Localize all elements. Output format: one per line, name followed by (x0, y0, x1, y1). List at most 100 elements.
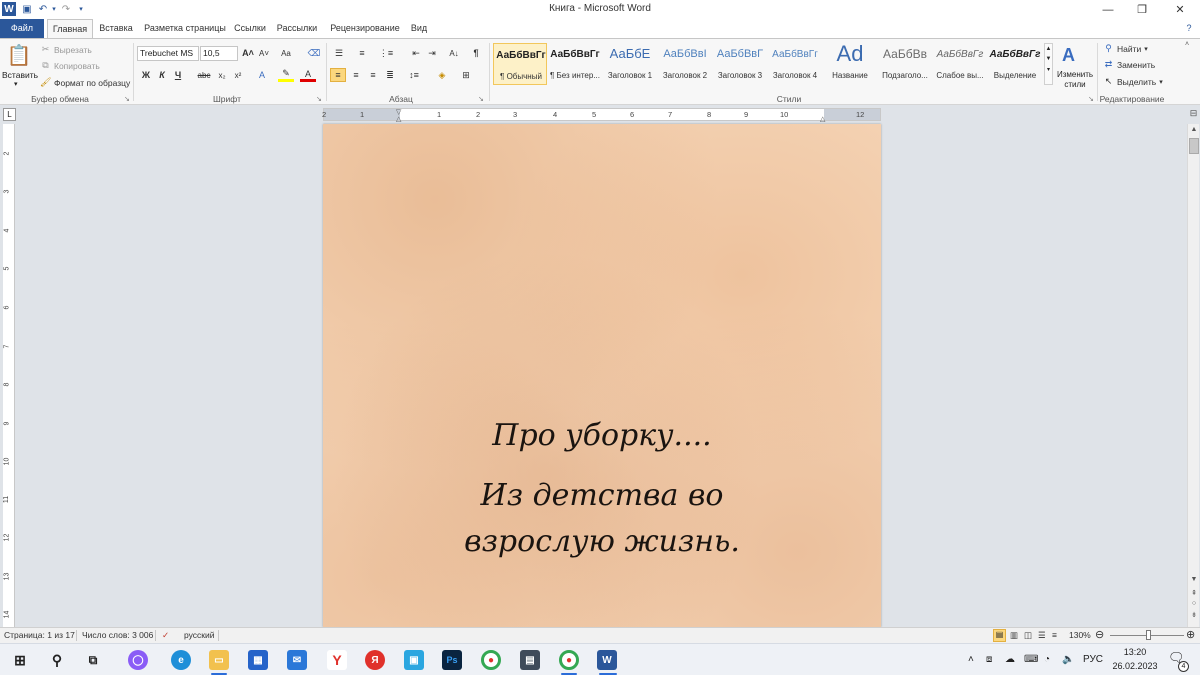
strikethrough-icon[interactable]: abc (196, 68, 212, 82)
increase-indent-icon[interactable]: ⇥ (424, 46, 440, 60)
more-styles-icon[interactable]: ▾ (1045, 66, 1052, 73)
tab-selector-icon[interactable]: L (3, 108, 16, 121)
word-taskbar-icon[interactable]: W (597, 650, 617, 670)
tab-insert[interactable]: Вставка (95, 19, 137, 38)
scroll-thumb[interactable] (1189, 138, 1199, 154)
decrease-indent-icon[interactable]: ⇤ (408, 46, 424, 60)
justify-icon[interactable]: ≣ (382, 68, 398, 82)
next-page-icon[interactable]: ⇟ (1188, 611, 1200, 619)
clear-formatting-icon[interactable]: ⌫ (306, 46, 322, 60)
shading-icon[interactable]: ◈ (434, 68, 450, 82)
sort-icon[interactable]: A↓ (446, 46, 462, 60)
screen-sketch-icon[interactable]: ▣ (404, 650, 424, 670)
word-count[interactable]: Число слов: 3 006 (82, 630, 153, 640)
line-spacing-icon[interactable]: ↕≡ (406, 68, 422, 82)
shrink-font-icon[interactable]: A˅ (256, 46, 272, 60)
tab-page-layout[interactable]: Разметка страницы (141, 19, 229, 38)
numbering-icon[interactable]: ≡ (354, 46, 370, 60)
change-styles-icon[interactable]: A (1062, 45, 1075, 66)
onedrive-icon[interactable]: ☁ (1005, 654, 1015, 665)
start-icon[interactable]: ⊞ (10, 650, 30, 670)
zoom-level[interactable]: 130% (1069, 630, 1091, 640)
zoom-out-icon[interactable]: ⊖ (1095, 628, 1104, 641)
paste-dropdown-icon[interactable]: ▾ (14, 80, 18, 88)
highlight-icon[interactable]: ✎ (278, 68, 294, 82)
cut-button[interactable]: ✂ Вырезать (40, 44, 92, 55)
gallery-scroll[interactable]: ▲ ▼ ▾ (1044, 43, 1053, 85)
browse-object-icon[interactable]: ○ (1188, 600, 1200, 607)
document-subtitle-line-1[interactable]: Из детства во (323, 478, 881, 513)
paste-icon[interactable]: 📋 (6, 43, 32, 69)
yandex-browser-icon[interactable]: Y (327, 650, 347, 670)
draft-view-icon[interactable]: ≡ (1052, 630, 1057, 640)
style-heading-4[interactable]: АаБбВвГг Заголовок 4 (768, 43, 822, 85)
photoshop-icon[interactable]: Ps (442, 650, 462, 670)
keyboard-icon[interactable]: ⌨ (1024, 654, 1038, 665)
chrome-icon[interactable]: ● (481, 650, 501, 670)
font-size-select[interactable]: 10,5 (200, 46, 238, 61)
font-family-select[interactable]: Trebuchet MS (137, 46, 199, 61)
volume-icon[interactable]: 🔈 (1062, 654, 1074, 665)
alice-assistant-icon[interactable]: ◯ (128, 650, 148, 670)
outline-view-icon[interactable]: ☰ (1038, 630, 1046, 641)
horizontal-ruler[interactable]: 2 1 1 2 3 4 5 6 7 8 9 10 12 ▽ △ △ (322, 108, 881, 123)
vertical-scrollbar[interactable]: ▲ ▼ ⇞ ○ ⇟ (1187, 124, 1199, 627)
style-title[interactable]: Ad Название (823, 43, 877, 85)
underline-icon[interactable]: Ч (170, 68, 186, 82)
style-subtle-emphasis[interactable]: АаБбВвГг Слабое вы... (933, 43, 987, 85)
multilevel-list-icon[interactable]: ⋮≡ (378, 46, 394, 60)
web-layout-view-icon[interactable]: ◫ (1024, 630, 1032, 641)
borders-icon[interactable]: ⊞ (458, 68, 474, 82)
view-ruler-icon[interactable]: ⊟ (1188, 108, 1199, 121)
tab-file[interactable]: Файл (0, 19, 44, 38)
scroll-down-icon[interactable]: ▼ (1188, 576, 1200, 583)
style-heading-2[interactable]: АаБбВвI Заголовок 2 (658, 43, 712, 85)
select-button[interactable]: ↖ Выделить ▾ (1103, 76, 1163, 87)
change-styles-button[interactable]: Изменить стили (1055, 70, 1095, 90)
text-effects-icon[interactable]: A (254, 68, 270, 82)
styles-launcher-icon[interactable]: ↘ (1088, 95, 1094, 103)
copy-button[interactable]: ⧉ Копировать (40, 60, 100, 71)
style-normal[interactable]: АаБбВвГг ¶ Обычный (493, 43, 547, 85)
spellcheck-icon[interactable]: ✓ (162, 630, 169, 641)
language-indicator[interactable]: русский (184, 630, 215, 640)
zoom-slider-thumb[interactable] (1146, 630, 1151, 640)
replace-button[interactable]: ⇄ Заменить (1103, 59, 1155, 70)
document-heading[interactable]: Про уборку.... (323, 418, 881, 453)
close-button[interactable]: ✕ (1160, 0, 1200, 19)
zoom-in-icon[interactable]: ⊕ (1186, 628, 1195, 641)
microsoft-store-icon[interactable]: ▦ (248, 650, 268, 670)
page-count[interactable]: Страница: 1 из 17 (4, 630, 75, 640)
tab-mailings[interactable]: Рассылки (275, 19, 319, 38)
grow-font-icon[interactable]: A˄ (240, 46, 256, 60)
vertical-ruler[interactable]: 2 3 4 5 6 7 8 9 10 11 12 13 14 (3, 124, 15, 627)
maximize-button[interactable]: ❐ (1122, 0, 1162, 19)
right-indent-marker[interactable]: △ (820, 115, 825, 123)
document-page[interactable]: Про уборку.... Из детства во взрослую жи… (323, 124, 881, 627)
change-case-icon[interactable]: Aa (278, 46, 294, 60)
font-launcher-icon[interactable]: ↘ (316, 95, 322, 103)
tab-review[interactable]: Рецензирование (326, 19, 404, 38)
style-subtitle[interactable]: АаБбВв Подзаголо... (878, 43, 932, 85)
style-heading-3[interactable]: АаБбВвГ Заголовок 3 (713, 43, 767, 85)
task-view-icon[interactable]: ⧉ (83, 650, 103, 670)
bullets-icon[interactable]: ☰ (331, 46, 347, 60)
tab-references[interactable]: Ссылки (232, 19, 268, 38)
superscript-icon[interactable]: x² (230, 68, 246, 82)
tab-home[interactable]: Главная (47, 19, 93, 39)
file-explorer-icon[interactable]: ▭ (209, 650, 229, 670)
paragraph-launcher-icon[interactable]: ↘ (478, 95, 484, 103)
bold-icon[interactable]: Ж (138, 68, 154, 82)
paste-button[interactable]: Вставить (2, 70, 38, 80)
help-icon[interactable]: ? (1182, 19, 1196, 38)
style-no-spacing[interactable]: АаБбВвГг ¶ Без интер... (548, 43, 602, 85)
align-right-icon[interactable]: ≡ (365, 68, 381, 82)
left-indent-marker[interactable]: △ (396, 115, 401, 123)
scroll-up-icon[interactable]: ▲ (1188, 126, 1200, 133)
show-marks-icon[interactable]: ¶ (468, 46, 484, 60)
calculator-icon[interactable]: ▤ (520, 650, 540, 670)
tab-view[interactable]: Вид (406, 19, 432, 38)
network-icon[interactable]: ◔ (1044, 654, 1050, 665)
italic-icon[interactable]: К (154, 68, 170, 82)
clock-date[interactable]: 26.02.2023 (1106, 661, 1164, 671)
